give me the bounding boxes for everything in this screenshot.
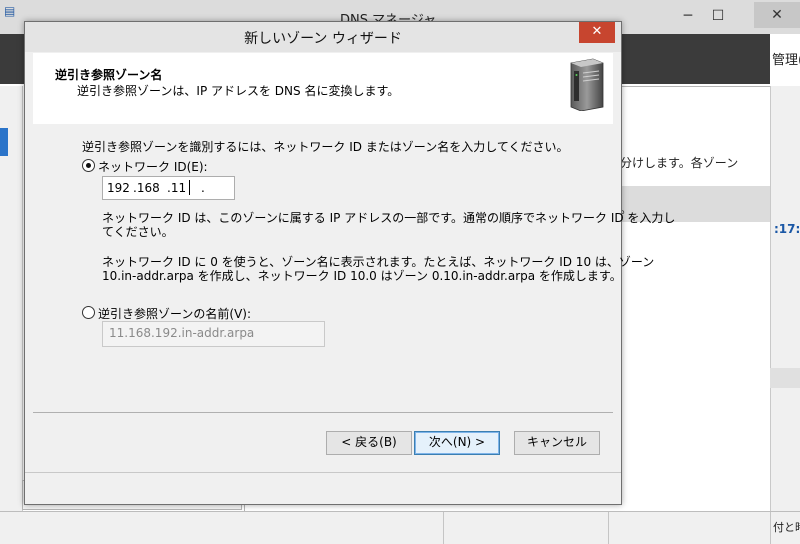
ip-octet-1[interactable]: 192 <box>107 181 130 195</box>
background-right-band <box>770 368 800 388</box>
background-menu-fragment: 管理( <box>770 34 800 84</box>
dialog-close-button[interactable]: ✕ <box>579 22 615 43</box>
background-status-bar <box>0 511 800 544</box>
dns-app-icon: ▤ <box>4 4 16 18</box>
ip-octet-4[interactable]: . <box>201 181 205 195</box>
background-status-text: 付と時 <box>773 521 800 534</box>
dialog-footer-divider <box>25 472 621 473</box>
instruction-text: 逆引き参照ゾーンを識別するには、ネットワーク ID またはゾーン名を入力してくだ… <box>82 140 569 154</box>
network-id-help-1b: てください。 <box>102 225 174 239</box>
zone-name-radio[interactable] <box>82 306 95 319</box>
back-button[interactable]: < 戻る(B) <box>326 431 412 455</box>
background-right-pane <box>770 86 800 526</box>
network-id-label[interactable]: ネットワーク ID(E): <box>98 158 208 175</box>
wizard-step-title: 逆引き参照ゾーン名 <box>55 68 163 82</box>
background-menu-label[interactable]: 管理( <box>772 49 800 68</box>
network-id-help-2b: 10.in-addr.arpa を作成し、ネットワーク ID 10.0 はゾーン… <box>102 269 622 283</box>
background-close-icon[interactable]: ✕ <box>754 2 800 28</box>
background-description-1: 分けします。各ゾーン <box>620 156 739 170</box>
new-zone-wizard-dialog: 新しいゾーン ウィザード ✕ 逆引き参照ゾーン名 逆引き参照ゾーンは、IP アド… <box>24 21 675 505</box>
server-icon <box>570 58 604 111</box>
maximize-icon[interactable]: ☐ <box>704 6 732 26</box>
wizard-step-subtitle: 逆引き参照ゾーンは、IP アドレスを DNS 名に変換します。 <box>77 84 400 98</box>
background-time-fragment: :17: <box>774 222 800 236</box>
ip-octet-3[interactable]: .11 <box>167 181 186 195</box>
zone-name-label[interactable]: 逆引き参照ゾーンの名前(V): <box>98 305 251 322</box>
network-id-radio[interactable] <box>82 159 95 172</box>
minimize-icon[interactable]: ─ <box>674 6 702 26</box>
cancel-button[interactable]: キャンセル <box>514 431 600 455</box>
zone-name-input[interactable]: 11.168.192.in-addr.arpa <box>102 321 325 347</box>
zone-name-value: 11.168.192.in-addr.arpa <box>109 326 255 340</box>
next-button[interactable]: 次へ(N) > <box>414 431 500 455</box>
dialog-title: 新しいゾーン ウィザード <box>244 31 402 47</box>
ip-octet-2[interactable]: .168 <box>133 181 160 195</box>
network-id-input[interactable]: 192 .168 .11 . <box>102 176 235 200</box>
background-tree-selection <box>0 128 8 156</box>
dialog-titlebar[interactable]: 新しいゾーン ウィザード ✕ <box>25 22 621 52</box>
text-caret <box>189 180 190 195</box>
network-id-help-1: ネットワーク ID は、このゾーンに属する IP アドレスの一部です。通常の順序… <box>102 211 676 225</box>
